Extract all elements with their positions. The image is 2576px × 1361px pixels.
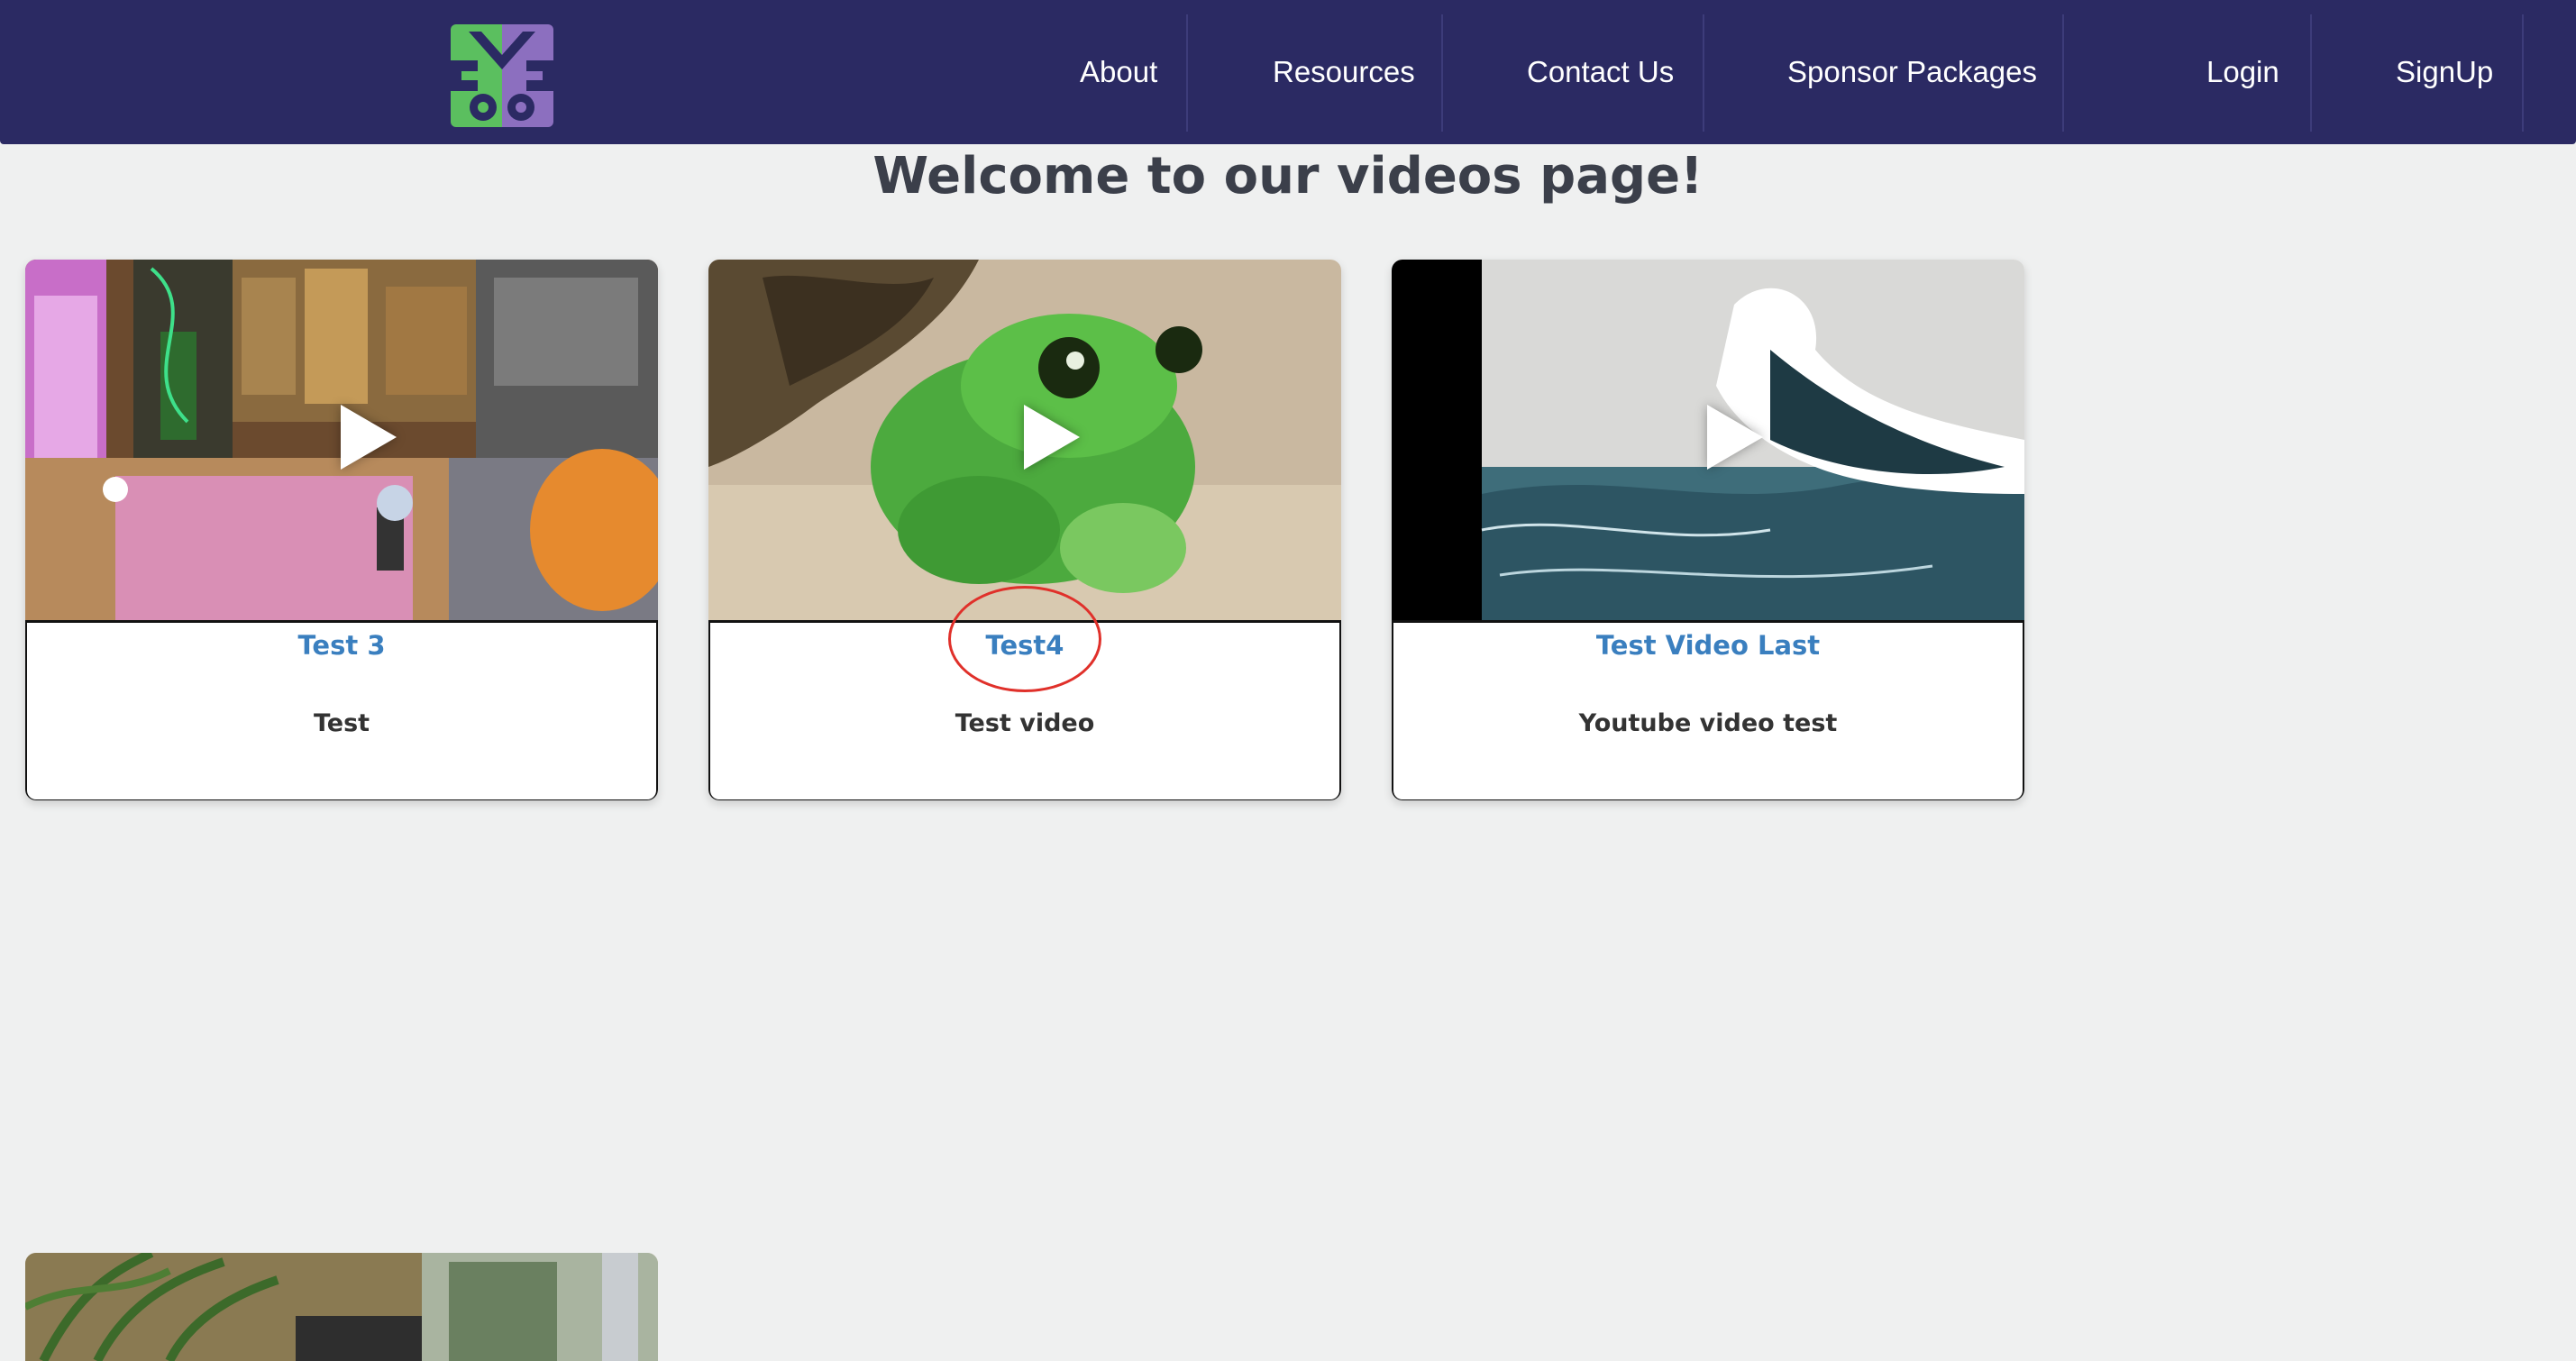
video-thumbnail[interactable] [708,260,1341,620]
nav-divider [1186,14,1188,132]
nav-divider [2310,14,2312,132]
navbar: About Resources Contact Us Sponsor Packa… [0,0,2576,144]
nav-about[interactable]: About [1080,0,1157,144]
play-icon[interactable] [1024,405,1080,470]
play-icon[interactable] [341,405,397,470]
nav-login[interactable]: Login [2206,0,2279,144]
video-title-link[interactable]: Test4 [710,630,1339,661]
nav-divider [1703,14,1704,132]
video-card-body: Test4 Test video [708,620,1341,800]
video-title-link[interactable]: Test Video Last [1393,630,2023,661]
video-description: Test [313,709,370,737]
nav-signup[interactable]: SignUp [2396,0,2493,144]
video-title-link[interactable]: Test 3 [27,630,656,661]
video-description: Test video [955,709,1095,737]
video-thumbnail[interactable] [25,1253,658,1361]
video-description: Youtube video test [1578,709,1838,737]
nav-resources[interactable]: Resources [1273,0,1415,144]
nav-divider [2062,14,2064,132]
video-card: Test4 Test video [708,260,1341,800]
video-card-body: Test Video Last Youtube video test [1392,620,2024,800]
play-icon[interactable] [1707,405,1763,470]
video-thumbnail[interactable] [1392,260,2024,620]
nav-divider [1441,14,1443,132]
video-thumbnail[interactable] [25,260,658,620]
page-title: Welcome to our videos page! [872,147,1704,206]
nav-divider [2522,14,2524,132]
video-card: Test Video Last Youtube video test [1392,260,2024,800]
video-card: Test 3 Test [25,260,658,800]
nav-contact-us[interactable]: Contact Us [1527,0,1674,144]
nav-sponsor-packages[interactable]: Sponsor Packages [1787,0,2037,144]
video-card-body: Test 3 Test [25,620,658,800]
logo-icon[interactable] [451,24,553,127]
